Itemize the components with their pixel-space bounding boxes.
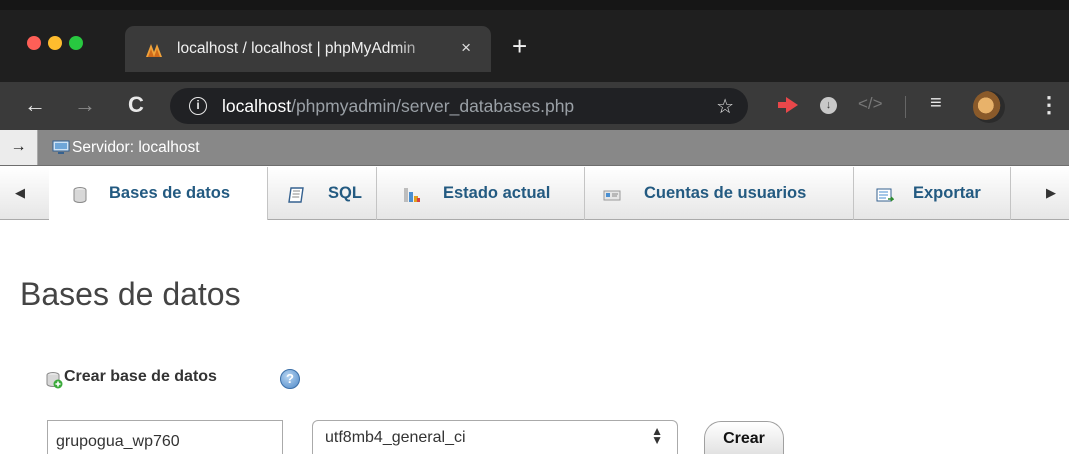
create-database-heading: Crear base de datos xyxy=(64,368,217,385)
tab-sql-label: SQL xyxy=(328,184,362,202)
server-breadcrumb-link[interactable]: Servidor: localhost xyxy=(72,139,200,157)
tab-close-icon[interactable]: × xyxy=(461,38,471,58)
window-top-edge xyxy=(0,0,1069,10)
download-extension-icon[interactable]: ↓ xyxy=(820,97,837,114)
navigation-toggle-arrow-icon[interactable]: → xyxy=(0,130,38,165)
server-icon xyxy=(52,140,70,154)
tab-status[interactable]: Estado actual xyxy=(377,167,585,220)
user-accounts-icon xyxy=(603,190,621,201)
database-name-input[interactable] xyxy=(47,420,283,454)
tab-title: localhost / localhost | phpMyAdmin xyxy=(177,40,416,57)
tab-sql[interactable]: SQL xyxy=(268,167,377,220)
bookmark-star-icon[interactable]: ☆ xyxy=(716,94,734,119)
toolbar-divider xyxy=(905,96,906,118)
media-list-icon[interactable]: ≡ xyxy=(930,92,942,115)
address-bar[interactable]: i localhost/phpmyadmin/server_databases.… xyxy=(170,88,748,124)
tab-export-label: Exportar xyxy=(913,184,981,202)
site-info-icon[interactable]: i xyxy=(189,97,207,115)
database-icon xyxy=(73,187,87,203)
extension-red-icon[interactable] xyxy=(775,94,801,116)
window-maximize-button[interactable] xyxy=(69,36,83,50)
page-title: Bases de datos xyxy=(20,276,241,312)
create-button[interactable]: Crear xyxy=(704,421,784,454)
browser-tab-active[interactable]: localhost / localhost | phpMyAdmin × xyxy=(125,26,491,72)
collation-select[interactable]: utf8mb4_general_ci ▲ ▼ xyxy=(312,420,678,454)
code-extension-icon[interactable]: </> xyxy=(858,94,883,114)
status-chart-icon xyxy=(404,188,420,202)
top-menu: ◀ Bases de datos SQL Estado actual Cuent… xyxy=(0,167,1069,220)
back-arrow-icon[interactable]: ← xyxy=(24,92,46,118)
collation-selected-value: utf8mb4_general_ci xyxy=(325,429,466,446)
tab-user-accounts[interactable]: Cuentas de usuarios xyxy=(585,167,854,220)
menu-scroll-left-icon[interactable]: ◀ xyxy=(15,185,25,201)
browser-toolbar: ← → C i localhost/phpmyadmin/server_data… xyxy=(0,82,1069,130)
window-minimize-button[interactable] xyxy=(48,36,62,50)
tab-status-label: Estado actual xyxy=(443,184,551,202)
tab-databases[interactable]: Bases de datos xyxy=(49,167,268,220)
tab-export[interactable]: Exportar xyxy=(854,167,1011,220)
profile-avatar[interactable] xyxy=(973,91,1005,123)
sql-icon xyxy=(288,187,304,203)
url-path: /phpmyadmin/server_databases.php xyxy=(291,96,575,116)
export-icon xyxy=(876,188,894,202)
create-database-icon xyxy=(46,372,63,389)
menu-scroll-right-icon[interactable]: ▶ xyxy=(1046,185,1056,201)
url-host: localhost xyxy=(222,96,292,116)
phpmyadmin-favicon-icon xyxy=(146,44,162,57)
tab-databases-label: Bases de datos xyxy=(109,184,231,202)
select-arrows-icon: ▲ ▼ xyxy=(651,424,663,447)
reload-icon[interactable]: C xyxy=(128,92,144,118)
forward-arrow-icon[interactable]: → xyxy=(74,92,96,118)
url-text[interactable]: localhost/phpmyadmin/server_databases.ph… xyxy=(222,96,574,117)
browser-tab-strip: localhost / localhost | phpMyAdmin × + xyxy=(0,0,1069,84)
new-tab-button[interactable]: + xyxy=(512,33,527,59)
help-icon[interactable]: ? xyxy=(280,369,300,389)
tab-user-accounts-label: Cuentas de usuarios xyxy=(644,184,807,202)
server-breadcrumb-bar: → Servidor: localhost xyxy=(0,130,1069,166)
browser-menu-icon[interactable]: ⋮ xyxy=(1038,92,1060,118)
window-close-button[interactable] xyxy=(27,36,41,50)
